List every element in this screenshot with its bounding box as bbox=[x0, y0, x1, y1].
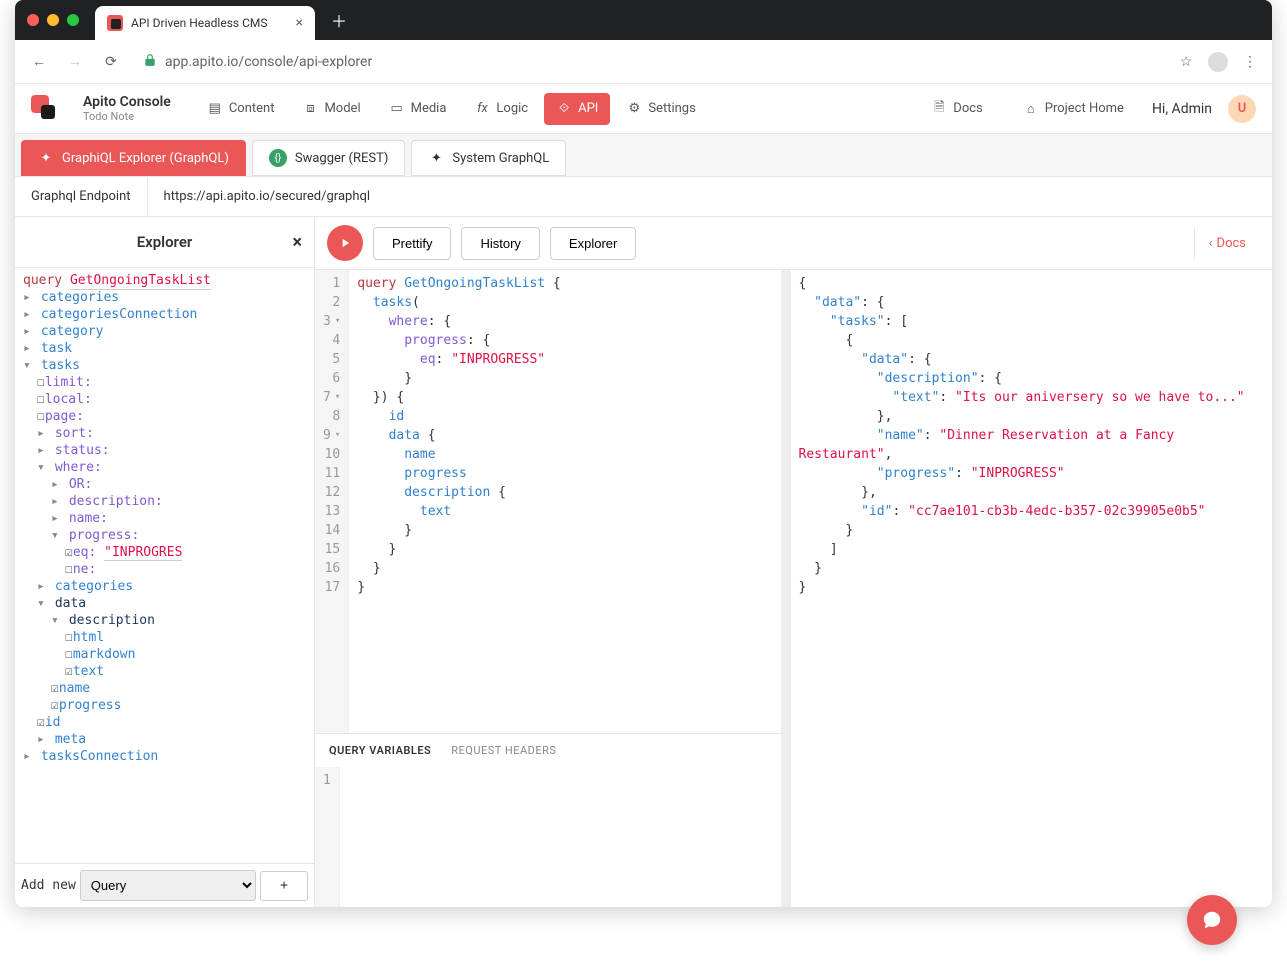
nav-model[interactable]: ⧈Model bbox=[290, 93, 372, 125]
app-header: Apito Console Todo Note ▤Content ⧈Model … bbox=[15, 84, 1272, 134]
result-pane[interactable]: { "data": { "tasks": [ { "data": { "desc… bbox=[791, 270, 1273, 907]
checkbox-icon[interactable]: ☐ bbox=[65, 630, 73, 645]
variables-panel: QUERY VARIABLES REQUEST HEADERS 1 bbox=[315, 733, 781, 907]
graphql-icon: ✦ bbox=[428, 150, 444, 166]
app-name: Apito Console bbox=[83, 94, 171, 110]
profile-icon[interactable] bbox=[1208, 52, 1228, 72]
checkbox-icon[interactable]: ☑ bbox=[51, 698, 59, 713]
endpoint-label: Graphql Endpoint bbox=[15, 177, 148, 216]
docs-link[interactable]: 🗎Docs bbox=[919, 93, 994, 125]
new-tab-button[interactable]: ＋ bbox=[331, 8, 347, 32]
checkbox-icon[interactable]: ☑ bbox=[65, 545, 73, 560]
chevron-left-icon: ‹ bbox=[1209, 236, 1213, 251]
checkbox-icon[interactable]: ☐ bbox=[65, 647, 73, 662]
execute-button[interactable] bbox=[327, 225, 363, 261]
add-new-label: Add new bbox=[21, 878, 76, 893]
browser-toolbar: ← → ⟳ app.apito.io/console/api-explorer … bbox=[15, 40, 1272, 84]
content-icon: ▤ bbox=[207, 101, 223, 117]
graphql-icon: ✦ bbox=[38, 150, 54, 166]
tab-graphiql[interactable]: ✦ GraphiQL Explorer (GraphQL) bbox=[21, 140, 246, 176]
operation-name-input[interactable]: GetOngoingTaskList bbox=[70, 273, 211, 290]
explorer-button[interactable]: Explorer bbox=[550, 227, 636, 260]
nav-settings[interactable]: ⚙Settings bbox=[614, 93, 707, 125]
nav-content[interactable]: ▤Content bbox=[195, 93, 287, 125]
logic-icon: fx bbox=[474, 101, 490, 117]
nav-media[interactable]: ▭Media bbox=[377, 93, 459, 125]
app-title: Apito Console Todo Note bbox=[83, 94, 171, 123]
checkbox-icon[interactable]: ☑ bbox=[37, 715, 45, 730]
traffic-lights bbox=[27, 14, 79, 26]
editor-area: Prettify History Explorer ‹Docs 123 ▾456… bbox=[315, 217, 1272, 907]
line-gutter: 123 ▾4567 ▾89 ▾1011121314151617 bbox=[315, 270, 349, 733]
variables-editor[interactable]: 1 bbox=[315, 767, 781, 907]
url-bar[interactable]: app.apito.io/console/api-explorer bbox=[135, 53, 1164, 71]
gear-icon: ⚙ bbox=[626, 101, 642, 117]
api-mode-tabs: ✦ GraphiQL Explorer (GraphQL) {} Swagger… bbox=[15, 134, 1272, 177]
explorer-tree[interactable]: query GetOngoingTaskList ▸ categories ▸ … bbox=[15, 268, 314, 863]
browser-menu-icon[interactable]: ⋮ bbox=[1240, 54, 1260, 70]
docs-button[interactable]: ‹Docs bbox=[1194, 228, 1260, 259]
tab-swagger[interactable]: {} Swagger (REST) bbox=[252, 140, 406, 176]
eq-value-input[interactable]: "INPROGRES bbox=[104, 545, 182, 561]
history-button[interactable]: History bbox=[461, 227, 539, 260]
media-icon: ▭ bbox=[389, 101, 405, 117]
checkbox-icon[interactable]: ☐ bbox=[65, 562, 73, 577]
endpoint-bar: Graphql Endpoint https://api.apito.io/se… bbox=[15, 177, 1272, 217]
api-icon: ⟐ bbox=[556, 101, 572, 117]
tab-system-graphql[interactable]: ✦ System GraphQL bbox=[411, 140, 566, 176]
editor-toolbar: Prettify History Explorer ‹Docs bbox=[315, 217, 1272, 270]
reload-button[interactable]: ⟳ bbox=[99, 50, 123, 74]
model-icon: ⧈ bbox=[302, 101, 318, 117]
explorer-footer: Add new Query + bbox=[15, 863, 314, 907]
tab-query-variables[interactable]: QUERY VARIABLES bbox=[329, 744, 431, 757]
query-editor[interactable]: 123 ▾4567 ▾89 ▾1011121314151617 query Ge… bbox=[315, 270, 781, 733]
main-area: Explorer × query GetOngoingTaskList ▸ ca… bbox=[15, 217, 1272, 907]
explorer-close-icon[interactable]: × bbox=[292, 232, 302, 253]
query-code[interactable]: query GetOngoingTaskList { tasks( where:… bbox=[349, 270, 569, 733]
swagger-icon: {} bbox=[269, 149, 287, 167]
tab-title: API Driven Headless CMS bbox=[131, 16, 267, 30]
main-nav: ▤Content ⧈Model ▭Media fxLogic ⟐API ⚙Set… bbox=[195, 93, 708, 125]
checkbox-icon[interactable]: ☑ bbox=[65, 664, 73, 679]
nav-logic[interactable]: fxLogic bbox=[462, 93, 540, 125]
browser-titlebar: API Driven Headless CMS × ＋ bbox=[15, 0, 1272, 40]
explorer-pane: Explorer × query GetOngoingTaskList ▸ ca… bbox=[15, 217, 315, 907]
nav-api[interactable]: ⟐API bbox=[544, 93, 610, 125]
endpoint-value[interactable]: https://api.apito.io/secured/graphql bbox=[148, 177, 1272, 216]
checkbox-icon[interactable]: ☐ bbox=[37, 392, 45, 407]
add-button[interactable]: + bbox=[260, 871, 308, 901]
app-logo bbox=[31, 95, 59, 123]
explorer-header: Explorer × bbox=[15, 217, 314, 268]
doc-icon: 🗎 bbox=[931, 101, 947, 117]
url-text: app.apito.io/console/api-explorer bbox=[165, 54, 372, 70]
checkbox-icon[interactable]: ☐ bbox=[37, 409, 45, 424]
add-new-select[interactable]: Query bbox=[80, 870, 256, 901]
close-window-button[interactable] bbox=[27, 14, 39, 26]
greeting: Hi, Admin bbox=[1152, 101, 1212, 117]
chat-icon bbox=[1201, 909, 1223, 931]
tab-request-headers[interactable]: REQUEST HEADERS bbox=[451, 744, 556, 757]
home-icon: ⌂ bbox=[1023, 101, 1039, 117]
project-home-link[interactable]: ⌂Project Home bbox=[1011, 93, 1136, 125]
prettify-button[interactable]: Prettify bbox=[373, 227, 451, 260]
maximize-window-button[interactable] bbox=[67, 14, 79, 26]
forward-button[interactable]: → bbox=[63, 50, 87, 74]
tab-favicon bbox=[107, 15, 123, 31]
checkbox-icon[interactable]: ☑ bbox=[51, 681, 59, 696]
user-avatar[interactable]: U bbox=[1228, 95, 1256, 123]
lock-icon bbox=[143, 53, 157, 71]
minimize-window-button[interactable] bbox=[47, 14, 59, 26]
browser-tab[interactable]: API Driven Headless CMS × bbox=[95, 6, 315, 40]
project-name: Todo Note bbox=[83, 110, 171, 123]
checkbox-icon[interactable]: ☐ bbox=[37, 375, 45, 390]
back-button[interactable]: ← bbox=[27, 50, 51, 74]
tab-close-icon[interactable]: × bbox=[296, 15, 303, 31]
bookmark-icon[interactable]: ☆ bbox=[1176, 54, 1196, 70]
chat-fab[interactable] bbox=[1187, 895, 1237, 945]
